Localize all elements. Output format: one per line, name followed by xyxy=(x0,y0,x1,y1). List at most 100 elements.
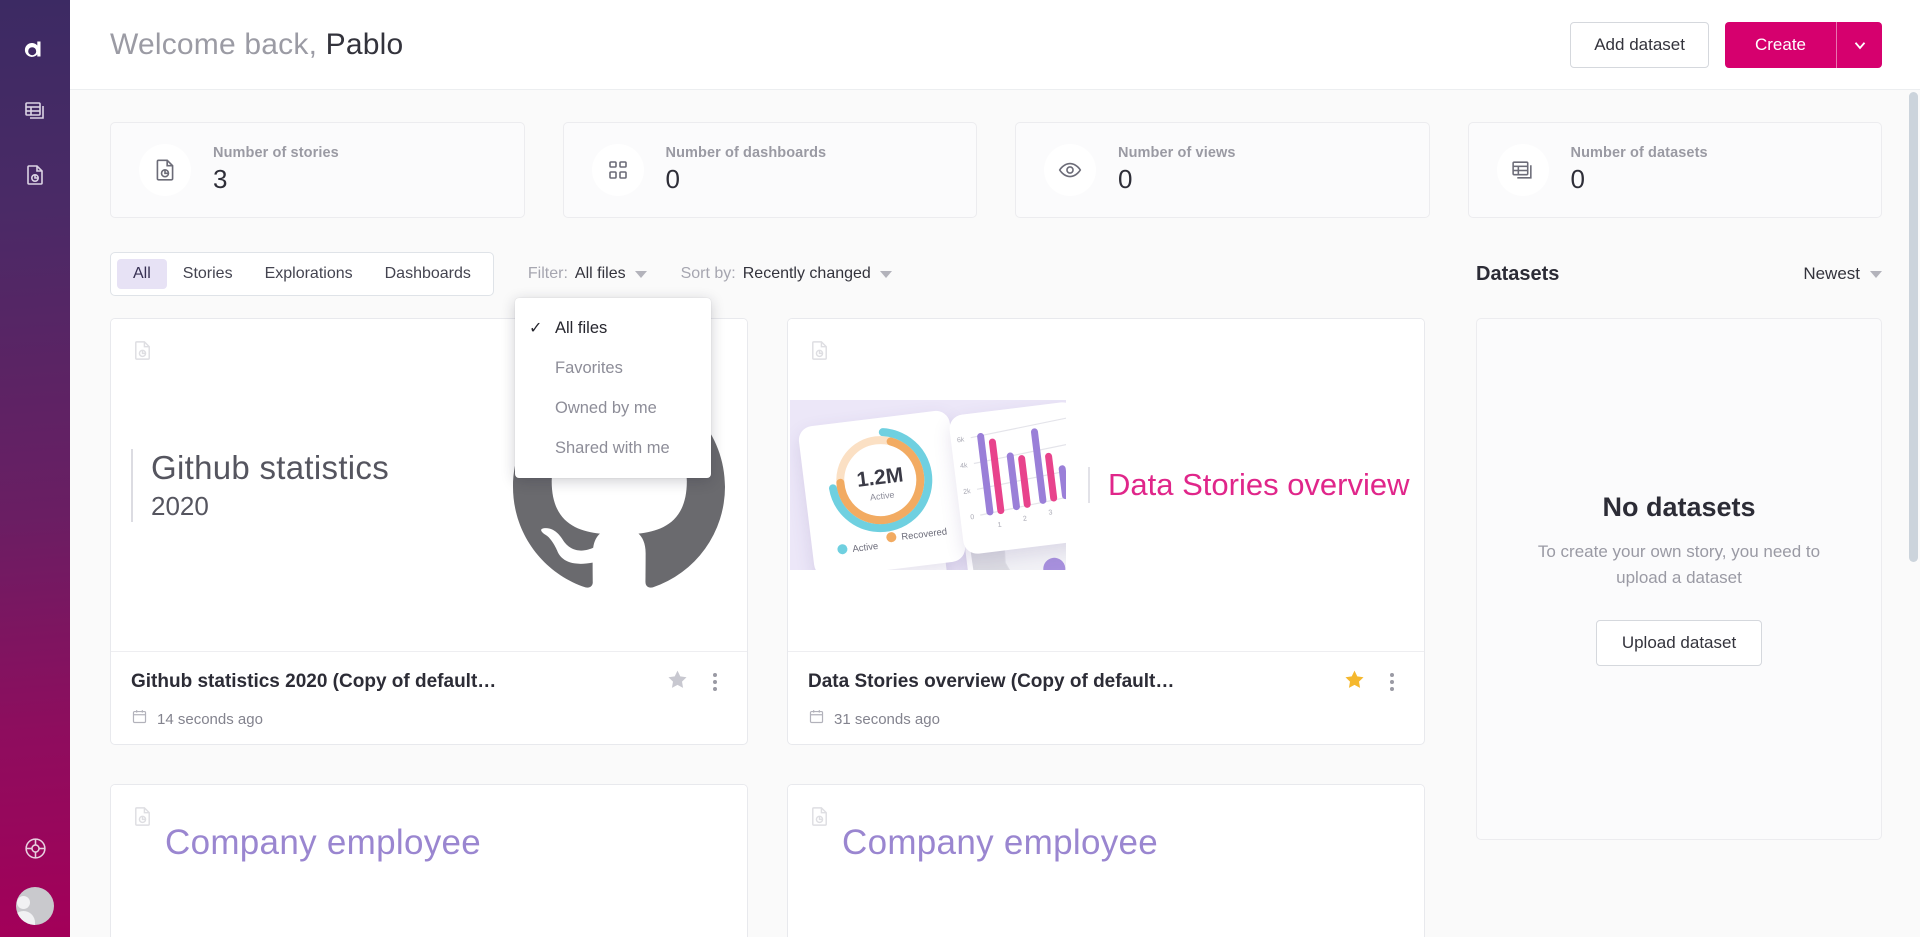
sort-label: Sort by: xyxy=(681,265,736,283)
stat-card-dashboards: Number of dashboards 0 xyxy=(563,122,978,218)
dropdown-item-label: All files xyxy=(555,319,607,338)
tab-dashboards[interactable]: Dashboards xyxy=(369,259,487,289)
filter-label: Filter: xyxy=(528,265,568,283)
card-title: Data Stories overview (Copy of default… xyxy=(808,671,1331,693)
stat-cards: Number of stories 3 Number of dashboards… xyxy=(110,122,1882,218)
help-icon[interactable] xyxy=(18,831,52,865)
more-vertical-icon[interactable] xyxy=(707,669,723,695)
star-icon[interactable] xyxy=(666,668,689,696)
stat-card-datasets: Number of datasets 0 xyxy=(1468,122,1883,218)
create-button[interactable]: Create xyxy=(1725,22,1836,68)
svg-text:0: 0 xyxy=(970,514,975,521)
star-icon[interactable] xyxy=(1343,668,1366,696)
chevron-down-icon xyxy=(635,271,647,278)
svg-text:Active: Active xyxy=(869,490,895,503)
datasets-sort-trigger[interactable]: Newest xyxy=(1803,264,1882,284)
dropdown-item-shared-with-me[interactable]: Shared with me xyxy=(515,428,711,468)
calendar-icon xyxy=(131,708,148,730)
datasets-empty-panel: No datasets To create your own story, yo… xyxy=(1476,318,1882,840)
stat-card-stories: Number of stories 3 xyxy=(110,122,525,218)
chevron-down-icon xyxy=(880,271,892,278)
svg-text:1: 1 xyxy=(997,522,1002,529)
check-icon: ✓ xyxy=(529,318,555,338)
content: Number of stories 3 Number of dashboards… xyxy=(70,122,1920,937)
sort-dropdown-trigger[interactable]: Sort by: Recently changed xyxy=(681,265,892,283)
calendar-icon xyxy=(808,708,825,730)
top-bar-actions: Add dataset Create xyxy=(1570,22,1882,68)
sort-value: Recently changed xyxy=(743,265,871,283)
stat-value: 0 xyxy=(1571,164,1708,195)
page-title: Welcome back, Pablo xyxy=(110,28,403,62)
create-button-group: Create xyxy=(1725,22,1882,68)
svg-text:2k: 2k xyxy=(963,488,972,496)
stat-label: Number of datasets xyxy=(1571,145,1708,161)
stat-value: 0 xyxy=(1118,164,1236,195)
card-thumbnail: Company employee xyxy=(788,785,1424,937)
greeting-text: Welcome back, xyxy=(110,28,317,61)
card-footer: Github statistics 2020 (Copy of default… xyxy=(111,651,747,744)
more-vertical-icon[interactable] xyxy=(1384,669,1400,695)
empty-state-title: No datasets xyxy=(1602,492,1755,523)
stat-value: 3 xyxy=(213,164,339,195)
svg-text:2: 2 xyxy=(1023,515,1028,522)
svg-text:3: 3 xyxy=(1048,509,1053,516)
user-name: Pablo xyxy=(326,28,404,61)
dropdown-item-owned-by-me[interactable]: Owned by me xyxy=(515,388,711,428)
file-type-tabs: All Stories Explorations Dashboards xyxy=(110,252,494,296)
file-card-data-stories-overview[interactable]: 1.2M Active Active Recovered xyxy=(787,318,1425,745)
chevron-down-icon xyxy=(1851,36,1869,54)
datasets-title: Datasets xyxy=(1476,263,1559,286)
stat-label: Number of stories xyxy=(213,145,339,161)
thumbnail-subtitle: 2020 xyxy=(151,491,389,522)
dropdown-item-label: Shared with me xyxy=(555,439,670,458)
user-avatar[interactable] xyxy=(16,887,54,925)
svg-text:6k: 6k xyxy=(957,436,966,444)
tab-explorations[interactable]: Explorations xyxy=(249,259,369,289)
card-thumbnail: Company employee xyxy=(111,785,747,937)
dropdown-item-favorites[interactable]: Favorites xyxy=(515,348,711,388)
story-document-icon xyxy=(139,144,191,196)
dashboard-grid-icon xyxy=(592,144,644,196)
file-card-company-employee-2[interactable]: Company employee xyxy=(787,784,1425,937)
stat-value: 0 xyxy=(666,164,827,195)
upload-dataset-button[interactable]: Upload dataset xyxy=(1596,620,1762,666)
empty-state-subtitle: To create your own story, you need to up… xyxy=(1529,539,1829,590)
app-logo[interactable] xyxy=(20,34,50,64)
dropdown-item-all-files[interactable]: ✓ All files xyxy=(515,308,711,348)
dropdown-item-label: Favorites xyxy=(555,359,623,378)
thumbnail-artwork: 1.2M Active Active Recovered xyxy=(790,400,1066,570)
card-timestamp: 31 seconds ago xyxy=(834,711,940,728)
file-card-company-employee-1[interactable]: Company employee xyxy=(110,784,748,937)
datasets-sort-value: Newest xyxy=(1803,264,1860,284)
tab-stories[interactable]: Stories xyxy=(167,259,249,289)
thumbnail-title: Company employee xyxy=(842,823,1158,863)
card-thumbnail: 1.2M Active Active Recovered xyxy=(788,319,1424,651)
art-tile-bar-chart: 6k 4k 2k 0 xyxy=(948,401,1066,556)
tab-all[interactable]: All xyxy=(117,259,167,289)
add-dataset-button[interactable]: Add dataset xyxy=(1570,22,1709,68)
filter-dropdown-menu: ✓ All files Favorites Owned by me xyxy=(515,298,711,478)
art-tile-donut-chart: 1.2M Active Active Recovered xyxy=(797,409,966,570)
create-dropdown-button[interactable] xyxy=(1836,22,1882,68)
card-title: Github statistics 2020 (Copy of default… xyxy=(131,671,654,693)
files-column: All Stories Explorations Dashboards Filt… xyxy=(110,252,1436,937)
datasets-column: Datasets Newest No datasets To create yo… xyxy=(1436,252,1882,937)
stat-label: Number of dashboards xyxy=(666,145,827,161)
vertical-scrollbar[interactable] xyxy=(1907,90,1920,937)
sidebar-item-stories[interactable] xyxy=(18,158,52,192)
sidebar xyxy=(0,0,70,937)
filter-dropdown-trigger[interactable]: Filter: All files xyxy=(528,265,647,283)
files-toolbar: All Stories Explorations Dashboards Filt… xyxy=(110,252,1436,296)
scrollbar-thumb[interactable] xyxy=(1909,92,1918,562)
svg-text:Active: Active xyxy=(852,541,879,555)
stat-label: Number of views xyxy=(1118,145,1236,161)
sidebar-item-datasets[interactable] xyxy=(18,94,52,128)
svg-text:1.2M: 1.2M xyxy=(855,463,904,492)
svg-text:4k: 4k xyxy=(960,462,969,470)
main-area: Welcome back, Pablo Add dataset Create xyxy=(70,0,1920,937)
thumbnail-title: Data Stories overview xyxy=(1108,467,1410,504)
svg-text:Recovered: Recovered xyxy=(901,526,948,543)
card-timestamp: 14 seconds ago xyxy=(157,711,263,728)
top-bar: Welcome back, Pablo Add dataset Create xyxy=(70,0,1920,90)
stat-card-views: Number of views 0 xyxy=(1015,122,1430,218)
